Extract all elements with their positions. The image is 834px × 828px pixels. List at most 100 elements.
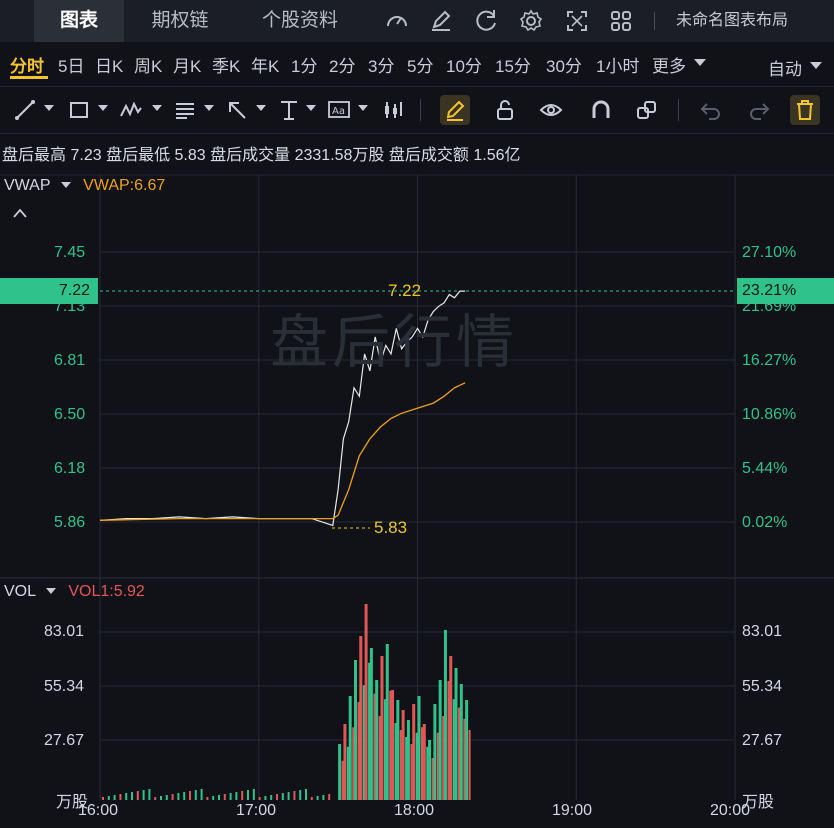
volume-bar [394, 723, 397, 800]
pct-axis-label: 27.10% [742, 244, 797, 261]
price-axis-label: 6.50 [54, 406, 86, 423]
collapse-icon[interactable] [12, 206, 28, 224]
volume-bar [357, 702, 360, 800]
volume-bar [206, 797, 209, 800]
pct-axis-label: 16.27% [742, 352, 797, 369]
volume-bar [223, 794, 226, 800]
volume-bar [276, 794, 278, 800]
volume-bar [406, 720, 410, 800]
volume-bar [131, 792, 133, 800]
volume-bar [316, 796, 319, 800]
volume-bar [171, 794, 174, 800]
volume-bar [348, 696, 352, 800]
chevron-down-icon[interactable] [45, 588, 56, 594]
volume-bar [194, 790, 197, 800]
volume-bar [369, 648, 373, 800]
low-annotation: 5.83 [374, 518, 408, 537]
chart-area[interactable] [0, 0, 834, 828]
time-axis-label: 16:00 [78, 802, 119, 819]
volume-bar [391, 690, 395, 800]
price-axis-label: 6.18 [54, 460, 86, 477]
volume-bar [368, 662, 371, 800]
volume-bar [421, 727, 423, 800]
volume-bar [373, 693, 376, 800]
volume-bar [241, 791, 244, 800]
volume-bar [328, 794, 331, 800]
price-axis-label: 6.81 [54, 352, 86, 369]
volume-bar [212, 796, 215, 800]
volume-bar [452, 699, 455, 800]
watermark: 盘后行情 [270, 310, 519, 375]
volume-bar [102, 797, 104, 800]
volume-bar [359, 636, 363, 800]
volume-bar [431, 758, 434, 800]
volume-axis-label: 83.01 [742, 623, 783, 640]
volume-bar [305, 789, 307, 800]
volume-bar [136, 791, 139, 800]
volume-bar [433, 704, 437, 800]
volume-bar [160, 796, 162, 800]
volume-bar [364, 604, 368, 800]
volume-bar [415, 732, 418, 800]
volume-bar [389, 690, 392, 800]
volume-bar [436, 732, 439, 800]
time-axis-label: 20:00 [710, 802, 751, 819]
volume-bar [375, 680, 379, 800]
volume-bar [426, 746, 429, 800]
volume-bar [218, 795, 220, 800]
volume-bar [252, 789, 255, 800]
time-axis-label: 18:00 [394, 802, 435, 819]
volume-bar [299, 790, 302, 800]
volume-bar [380, 656, 384, 800]
volume-axis-label: 83.01 [44, 623, 85, 640]
current-pct-tag: 23.21% [737, 278, 834, 304]
volume-bar [449, 656, 453, 800]
volume-bar [454, 668, 458, 800]
volume-bar [338, 744, 342, 800]
time-axis-label: 17:00 [236, 802, 277, 819]
volume-bar [362, 685, 365, 800]
volume-bar [310, 797, 313, 800]
volume-indicator-header[interactable]: VOL VOL1:5.92 [4, 583, 145, 601]
volume-bar [229, 793, 232, 800]
volume-axis-label: 27.67 [44, 732, 85, 749]
volume-bar [281, 793, 284, 800]
volume-bar [107, 796, 110, 800]
volume-bar [189, 791, 191, 800]
time-axis-label: 19:00 [552, 802, 593, 819]
vwap-value: VWAP:6.67 [83, 177, 166, 194]
volume-bar [378, 716, 381, 800]
volume-bar [258, 797, 261, 800]
high-annotation: 7.22 [388, 281, 422, 300]
volume-bar [287, 792, 290, 800]
vol-name: VOL [4, 583, 36, 600]
volume-bar [385, 644, 389, 800]
volume-bar [399, 730, 402, 800]
volume-bar [401, 710, 405, 800]
pct-axis-label: 0.02% [742, 514, 788, 531]
volume-bar [422, 724, 426, 800]
volume-bar [410, 744, 413, 800]
volume-bar [447, 681, 450, 800]
volume-bar [235, 792, 238, 800]
volume-bar [148, 789, 151, 800]
price-axis-label: 7.45 [54, 244, 86, 261]
volume-bar [412, 704, 416, 800]
volume-bar [142, 790, 145, 800]
volume-bar [417, 696, 421, 800]
volume-bar [468, 730, 471, 800]
vwap-indicator-header[interactable]: VWAP VWAP:6.67 [4, 177, 165, 195]
volume-bar [354, 660, 357, 800]
volume-bar [405, 737, 408, 800]
volume-bar [343, 724, 347, 800]
chevron-down-icon[interactable] [60, 182, 71, 188]
volume-bar [438, 680, 442, 800]
volume-bar [293, 791, 296, 800]
volume-bar [442, 716, 445, 800]
volume-bar [177, 793, 180, 800]
volume-bar [428, 740, 432, 800]
volume-bar [165, 795, 168, 800]
volume-bar [322, 795, 325, 800]
price-axis-label: 5.86 [54, 514, 86, 531]
volume-axis-label: 55.34 [742, 678, 783, 695]
